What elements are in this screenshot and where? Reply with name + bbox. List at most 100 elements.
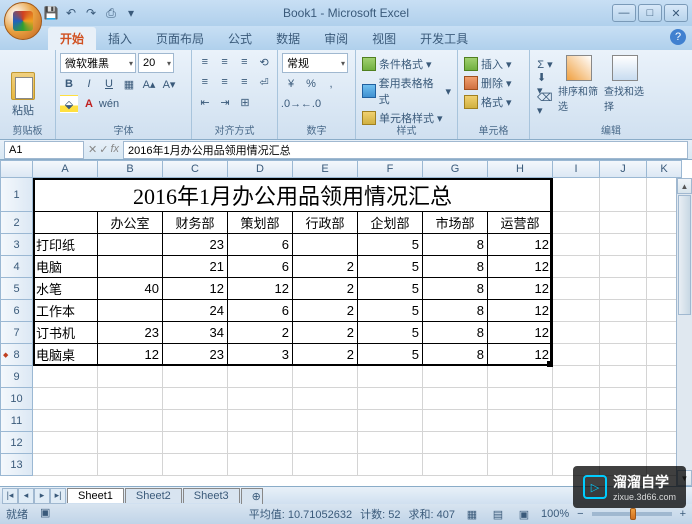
cell[interactable] — [98, 410, 163, 432]
cell[interactable] — [98, 366, 163, 388]
cell[interactable] — [98, 432, 163, 454]
cell[interactable] — [358, 388, 423, 410]
inc-decimal-button[interactable]: .0→ — [282, 95, 300, 113]
col-header[interactable]: E — [293, 160, 358, 178]
cell[interactable]: 6 — [228, 300, 293, 322]
cell[interactable] — [33, 388, 98, 410]
cell[interactable]: 12 — [228, 278, 293, 300]
cell[interactable] — [600, 278, 647, 300]
align-center-button[interactable]: ≡ — [216, 73, 234, 91]
prev-sheet-button[interactable]: ◂ — [18, 488, 34, 504]
scroll-thumb[interactable] — [678, 195, 691, 315]
cell[interactable]: 3 — [228, 344, 293, 366]
worksheet-grid[interactable]: A B C D E F G H I J K 1 2 3 4 5 6 7 8 9 … — [0, 160, 692, 486]
cell[interactable] — [488, 410, 553, 432]
cell[interactable] — [488, 388, 553, 410]
maximize-button[interactable]: □ — [638, 4, 662, 22]
cell[interactable]: 企划部 — [358, 212, 423, 234]
cell[interactable] — [553, 366, 600, 388]
cell[interactable]: 12 — [163, 278, 228, 300]
cell[interactable] — [600, 344, 647, 366]
cell[interactable]: 运营部 — [488, 212, 553, 234]
help-icon[interactable]: ? — [670, 29, 686, 45]
underline-button[interactable]: U — [100, 75, 118, 93]
cell[interactable] — [163, 454, 228, 476]
cell[interactable]: 财务部 — [163, 212, 228, 234]
phonetic-button[interactable]: wén — [100, 95, 118, 113]
cell[interactable]: 12 — [488, 234, 553, 256]
zoom-level[interactable]: 100% — [541, 508, 569, 520]
indent-inc-button[interactable]: ⇥ — [216, 93, 234, 111]
cell[interactable]: 5 — [358, 344, 423, 366]
cell[interactable] — [600, 212, 647, 234]
cell[interactable] — [488, 432, 553, 454]
col-header[interactable]: G — [423, 160, 488, 178]
cell[interactable] — [553, 178, 600, 212]
cell[interactable]: 24 — [163, 300, 228, 322]
cell[interactable]: 5 — [358, 322, 423, 344]
row-header[interactable]: 2 — [0, 212, 33, 234]
cell[interactable]: 策划部 — [228, 212, 293, 234]
cell[interactable]: 23 — [163, 234, 228, 256]
cell[interactable] — [600, 178, 647, 212]
cell[interactable] — [600, 388, 647, 410]
cell[interactable]: 5 — [358, 234, 423, 256]
cell[interactable] — [98, 388, 163, 410]
fx-icon[interactable]: fx — [110, 143, 119, 156]
insert-cells-button[interactable]: 插入 ▾ — [462, 55, 525, 73]
office-button[interactable] — [4, 2, 42, 40]
bold-button[interactable]: B — [60, 75, 78, 93]
cell[interactable]: 12 — [488, 300, 553, 322]
row-header[interactable]: 7 — [0, 322, 33, 344]
row-header[interactable]: 10 — [0, 388, 33, 410]
cell[interactable] — [33, 432, 98, 454]
select-all-corner[interactable] — [0, 160, 33, 178]
col-header[interactable]: J — [600, 160, 647, 178]
print-icon[interactable]: ⎙ — [102, 4, 120, 22]
cell[interactable]: 打印纸 — [33, 234, 98, 256]
row-header[interactable]: 6 — [0, 300, 33, 322]
tab-pagelayout[interactable]: 页面布局 — [144, 27, 216, 50]
cell[interactable]: 5 — [358, 300, 423, 322]
view-layout-button[interactable]: ▤ — [489, 505, 507, 523]
table-format-button[interactable]: 套用表格格式 ▾ — [360, 74, 453, 108]
first-sheet-button[interactable]: |◂ — [2, 488, 18, 504]
cell[interactable] — [600, 234, 647, 256]
fill-color-button[interactable]: ⬙ — [60, 95, 78, 113]
tab-insert[interactable]: 插入 — [96, 27, 144, 50]
scroll-up-icon[interactable]: ▲ — [677, 178, 692, 194]
cell[interactable]: 12 — [488, 278, 553, 300]
cell[interactable] — [553, 212, 600, 234]
comma-button[interactable]: , — [322, 75, 340, 93]
cell[interactable] — [358, 366, 423, 388]
cell[interactable] — [293, 366, 358, 388]
cond-format-button[interactable]: 条件格式 ▾ — [360, 55, 453, 73]
cell[interactable]: 电脑桌 — [33, 344, 98, 366]
row-header[interactable]: 3 — [0, 234, 33, 256]
cell[interactable] — [33, 366, 98, 388]
cell[interactable] — [553, 344, 600, 366]
name-box[interactable] — [4, 141, 84, 159]
save-icon[interactable]: 💾 — [42, 4, 60, 22]
cell[interactable]: 12 — [488, 256, 553, 278]
view-normal-button[interactable]: ▦ — [463, 505, 481, 523]
tab-home[interactable]: 开始 — [48, 27, 96, 50]
col-header[interactable]: B — [98, 160, 163, 178]
border-button[interactable]: ▦ — [120, 75, 138, 93]
cell[interactable]: 行政部 — [293, 212, 358, 234]
cell[interactable] — [553, 300, 600, 322]
cell[interactable] — [423, 454, 488, 476]
cell[interactable] — [98, 256, 163, 278]
number-format-combo[interactable]: 常规 — [282, 53, 348, 73]
enter-formula-icon[interactable]: ✓ — [99, 143, 108, 156]
zoom-out-button[interactable]: − — [577, 508, 583, 520]
cell[interactable]: 12 — [488, 322, 553, 344]
cell[interactable] — [163, 366, 228, 388]
row-header[interactable]: 9 — [0, 366, 33, 388]
cell[interactable] — [423, 432, 488, 454]
zoom-in-button[interactable]: + — [680, 508, 686, 520]
cell[interactable] — [358, 454, 423, 476]
cell[interactable]: 2 — [228, 322, 293, 344]
cell[interactable] — [553, 278, 600, 300]
view-break-button[interactable]: ▣ — [515, 505, 533, 523]
